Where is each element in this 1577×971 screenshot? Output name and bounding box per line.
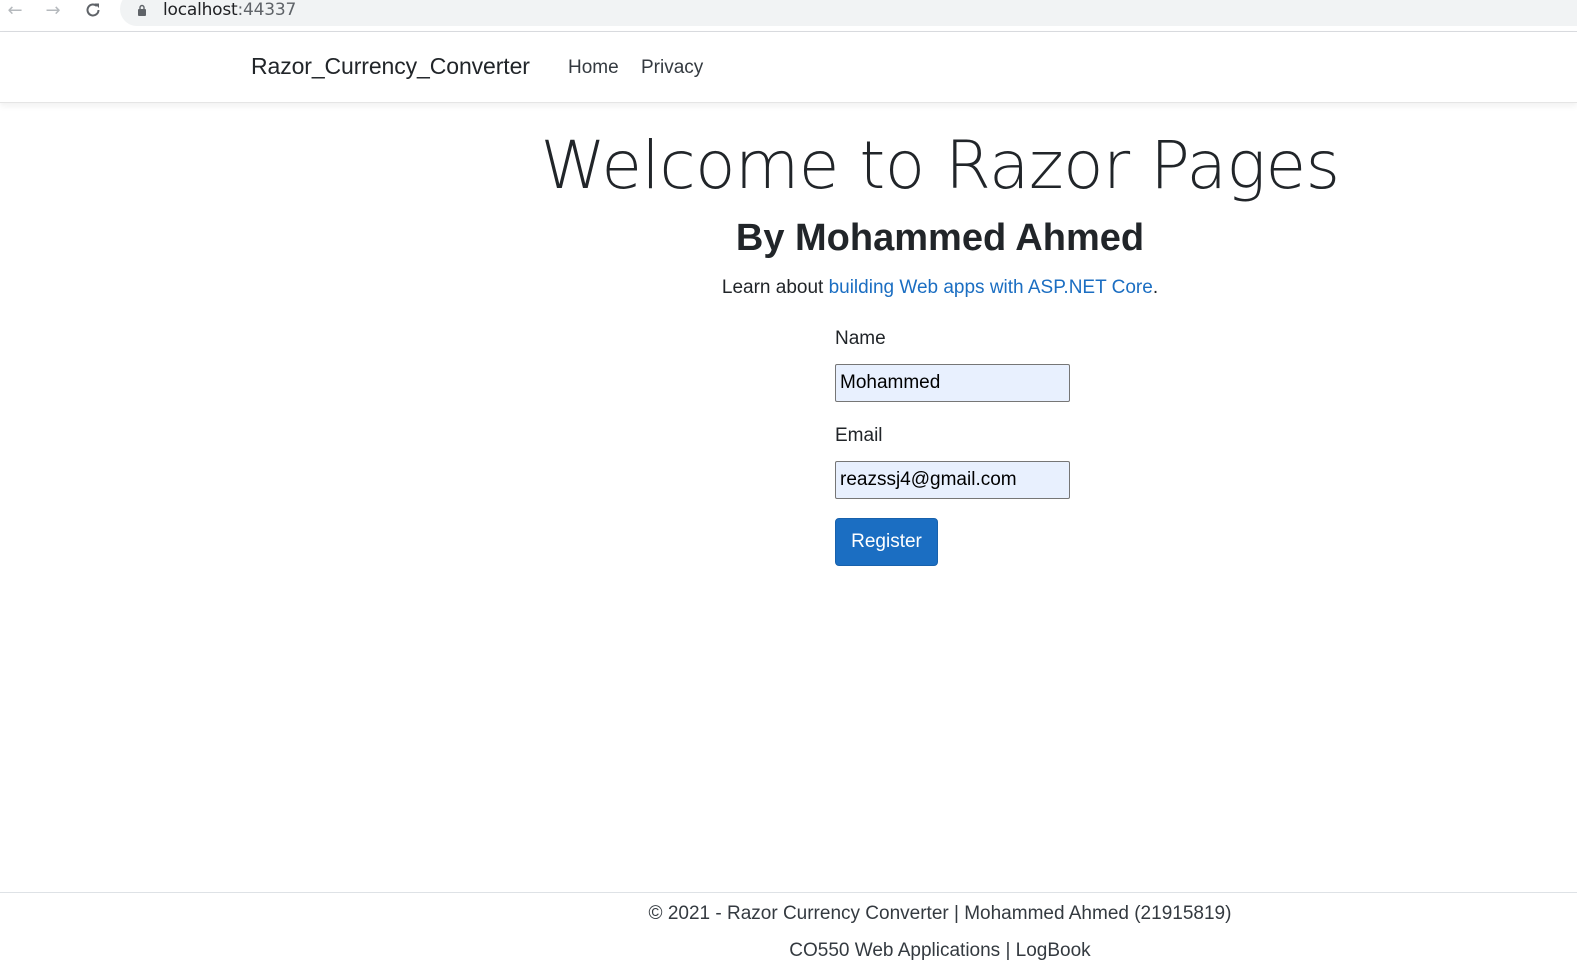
- email-input[interactable]: [835, 461, 1070, 499]
- learn-paragraph: Learn about building Web apps with ASP.N…: [0, 277, 1577, 299]
- page-title: Welcome to Razor Pages: [540, 127, 1340, 204]
- site-footer: © 2021 - Razor Currency Converter | Moha…: [0, 892, 1577, 971]
- arrow-left-icon[interactable]: ←: [3, 0, 27, 22]
- page-subtitle: By Mohammed Ahmed: [735, 217, 1145, 259]
- site-navbar: Razor_Currency_Converter Home Privacy: [0, 32, 1577, 103]
- reload-icon[interactable]: [81, 0, 105, 22]
- nav-link-home[interactable]: Home: [568, 57, 619, 79]
- name-label: Name: [835, 328, 886, 349]
- nav-link-privacy[interactable]: Privacy: [641, 57, 703, 79]
- email-label: Email: [835, 425, 883, 446]
- url-host: localhost: [163, 0, 238, 20]
- navbar-brand[interactable]: Razor_Currency_Converter: [251, 53, 530, 80]
- arrow-right-icon[interactable]: →: [41, 0, 65, 22]
- browser-toolbar: ← → localhost:44337: [0, 0, 1577, 32]
- learn-prefix: Learn about: [721, 277, 829, 298]
- register-button[interactable]: Register: [835, 518, 938, 566]
- learn-suffix: .: [1152, 277, 1159, 298]
- address-bar[interactable]: localhost:44337: [120, 0, 1577, 26]
- footer-course: CO550 Web Applications | LogBook: [789, 940, 1091, 961]
- lock-icon: [138, 4, 146, 16]
- footer-copyright: © 2021 - Razor Currency Converter | Moha…: [648, 903, 1232, 924]
- url-text: localhost:44337: [163, 0, 296, 20]
- aspnet-docs-link[interactable]: building Web apps with ASP.NET Core: [829, 277, 1153, 298]
- url-port: :44337: [237, 0, 297, 20]
- name-input[interactable]: [835, 364, 1070, 402]
- main-content: Welcome to Razor Pages By Mohammed Ahmed…: [0, 102, 1577, 892]
